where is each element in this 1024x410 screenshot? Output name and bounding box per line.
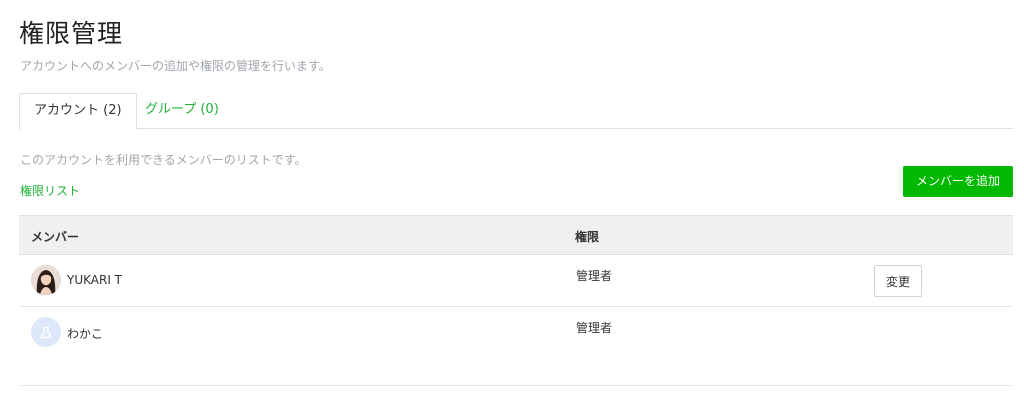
table-header: メンバー 権限 (19, 215, 1013, 255)
permission-list-link[interactable]: 権限リスト (20, 182, 80, 199)
tab-groups[interactable]: グループ (0) (131, 93, 233, 129)
column-header-permission: 権限 (575, 230, 600, 244)
member-name: YUKARI T (67, 273, 123, 287)
member-permission: 管理者 (576, 321, 613, 335)
page-title: 権限管理 (19, 19, 124, 48)
user-photo-icon (31, 265, 61, 295)
member-name: わかこ (67, 327, 104, 341)
change-permission-button[interactable]: 変更 (874, 265, 922, 297)
page-subtitle: アカウントへのメンバーの追加や権限の管理を行います。 (20, 59, 331, 73)
members-table: メンバー 権限 YUKARI T 管理者 変更 わかこ 管理者 (19, 215, 1013, 386)
tab-bar: アカウント (2) グループ (0) (19, 93, 1013, 130)
default-user-avatar (31, 317, 61, 347)
section-description: このアカウントを利用できるメンバーのリストです。 (20, 153, 307, 167)
table-row: YUKARI T 管理者 変更 (19, 255, 1013, 307)
member-permission: 管理者 (576, 269, 613, 283)
add-member-button[interactable]: メンバーを追加 (903, 166, 1013, 197)
column-header-member: メンバー (31, 230, 80, 244)
table-row: わかこ 管理者 (19, 307, 1013, 386)
tab-accounts[interactable]: アカウント (2) (19, 93, 137, 130)
user-photo-avatar (31, 265, 61, 295)
default-user-icon (31, 317, 61, 347)
